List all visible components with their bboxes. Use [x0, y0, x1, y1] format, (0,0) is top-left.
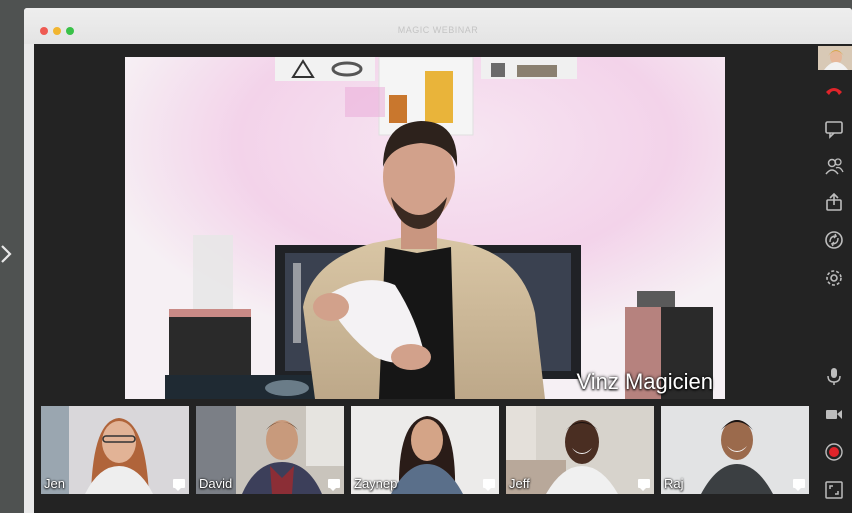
chat-bubble-icon[interactable] [328, 479, 340, 491]
chat-bubble-icon[interactable] [638, 479, 650, 491]
chat-icon[interactable] [824, 119, 844, 139]
camera-icon[interactable] [824, 404, 844, 424]
title-bar: MAGIC WEBINAR [24, 8, 852, 44]
hang-up-icon[interactable] [824, 80, 844, 100]
fullscreen-icon[interactable] [824, 480, 844, 500]
outer-background-left [0, 0, 24, 513]
participant-name: Jeff [509, 476, 530, 491]
meeting-stage: Vinz Magicien Jen David Zaynep Jeff Raj [34, 44, 852, 513]
outer-background-top [0, 0, 852, 8]
participant-tile-david[interactable]: David [196, 406, 344, 494]
participant-tile-jeff[interactable]: Jeff [506, 406, 654, 494]
control-sidebar [816, 44, 852, 513]
participant-tile-raj[interactable]: Raj [661, 406, 809, 494]
participant-strip: Jen David Zaynep Jeff Raj [41, 406, 816, 494]
sync-icon[interactable] [824, 230, 844, 250]
participant-name: Jen [44, 476, 65, 491]
chat-bubble-icon[interactable] [793, 479, 805, 491]
speaker-name-label: Vinz Magicien [576, 369, 713, 394]
chevron-right-icon[interactable] [0, 242, 14, 266]
main-speaker-video[interactable]: Vinz Magicien [125, 57, 725, 399]
microphone-icon[interactable] [824, 366, 844, 386]
participant-name: Raj [664, 476, 684, 491]
chat-bubble-icon[interactable] [173, 479, 185, 491]
share-screen-icon[interactable] [824, 192, 844, 212]
chat-bubble-icon[interactable] [483, 479, 495, 491]
app-window: MAGIC WEBINAR Vinz Magicien Jen David Za… [24, 8, 852, 513]
participant-tile-zaynep[interactable]: Zaynep [351, 406, 499, 494]
participant-name: David [199, 476, 233, 491]
participant-tile-jen[interactable]: Jen [41, 406, 189, 494]
speaker-video-frame [125, 57, 725, 399]
participants-icon[interactable] [824, 156, 844, 176]
window-title: MAGIC WEBINAR [397, 25, 479, 35]
self-view-thumbnail[interactable] [818, 46, 852, 70]
settings-icon[interactable] [824, 268, 844, 288]
record-icon[interactable] [824, 442, 844, 462]
participant-name: Zaynep [354, 476, 398, 491]
